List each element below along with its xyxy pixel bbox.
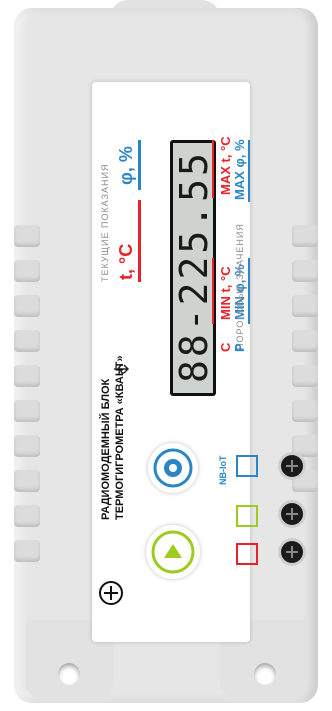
brand-logo	[98, 580, 124, 606]
temp-label: t, °C	[116, 243, 136, 280]
device-title-line2: ТЕРМОГИГРОМЕТРА «КВАНТ»	[114, 355, 126, 520]
bottom-left-mount-hole	[58, 663, 80, 685]
temp-underline	[138, 200, 141, 282]
screw-terminal-3	[281, 541, 303, 563]
max-t-bracket	[212, 140, 214, 198]
max-phi-label: MAX φ, %	[232, 139, 247, 200]
max-t-label: MAX t, °C	[218, 136, 233, 195]
left-rib	[14, 260, 40, 282]
current-readings-label: ТЕКУЩИЕ ПОКАЗАНИЯ	[100, 163, 110, 283]
left-rib	[14, 470, 40, 492]
signal-icon	[236, 455, 258, 477]
humidity-underline	[138, 140, 141, 190]
left-rib	[14, 540, 40, 562]
min-phi-bracket	[248, 258, 250, 324]
right-rib	[292, 225, 318, 247]
lcd-value: 88-225.55	[172, 150, 216, 383]
alarm-icon	[236, 543, 258, 565]
screw-terminal-1	[281, 455, 303, 477]
left-rib	[14, 365, 40, 387]
right-rib	[292, 260, 318, 282]
nbiot-label: NB-IoT	[218, 455, 228, 486]
list-icon	[236, 505, 258, 527]
triangle-icon	[151, 530, 195, 574]
action-button[interactable]	[146, 525, 200, 579]
settings-button[interactable]	[148, 443, 198, 493]
left-rib	[14, 505, 40, 527]
left-rib	[14, 435, 40, 457]
right-rib	[292, 400, 318, 422]
max-phi-bracket	[248, 140, 250, 202]
p-marker: P	[232, 343, 247, 352]
gear-icon	[153, 448, 193, 488]
right-rib	[292, 330, 318, 352]
threshold-label: ПОРОГОВЫЕ ЗНАЧЕНИЯ	[235, 223, 245, 350]
min-t-label: MIN t, °C	[218, 266, 233, 320]
min-t-bracket	[212, 258, 214, 324]
right-rib	[292, 295, 318, 317]
left-rib	[14, 225, 40, 247]
device-title-line1: РАДИОМОДЕМНЫЙ БЛОК	[100, 378, 112, 520]
right-rib	[292, 435, 318, 457]
bottom-right-mount-hole	[254, 663, 276, 685]
humidity-label: φ, %	[116, 146, 136, 185]
left-rib	[14, 400, 40, 422]
c-marker: C	[218, 342, 233, 352]
left-rib	[14, 330, 40, 352]
left-rib	[14, 295, 40, 317]
screw-terminal-2	[281, 503, 303, 525]
right-rib	[292, 365, 318, 387]
